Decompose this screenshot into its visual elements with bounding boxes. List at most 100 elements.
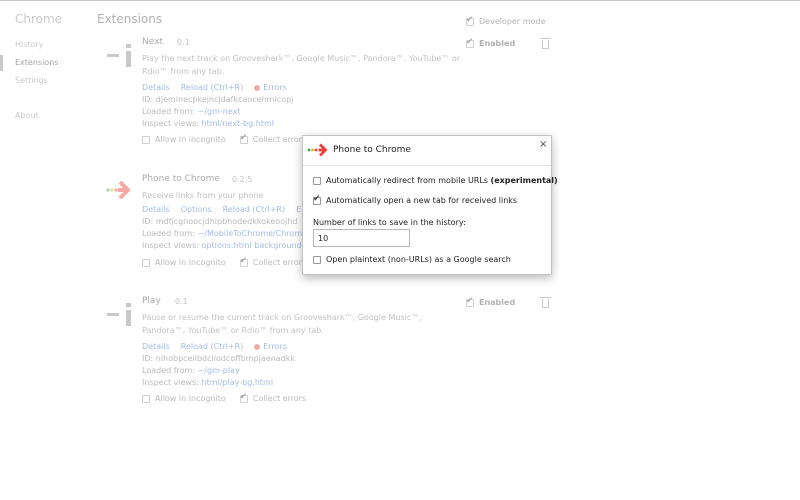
inspect-view-link[interactable]: html/next-bg.html <box>202 119 274 128</box>
errors-label: Errors <box>263 83 287 92</box>
reload-link[interactable]: Reload (Ctrl+R) <box>223 205 286 214</box>
extension-options: Allow in incognito Collect errors <box>142 133 306 144</box>
chrome-brand: Chrome <box>15 12 63 26</box>
extension-loaded-from: Loaded from: ~/gm-next <box>142 107 240 116</box>
id-label: ID: <box>142 217 154 226</box>
collect-errors-checkbox[interactable] <box>239 256 248 267</box>
enabled-label: Enabled <box>479 298 516 307</box>
dialog-title: Phone to Chrome <box>333 145 411 155</box>
enabled-checkbox[interactable] <box>466 296 474 307</box>
allow-incognito-checkbox[interactable] <box>142 394 150 403</box>
extension-loaded-from: Loaded from: ~/gm-play <box>142 366 240 375</box>
id-value: nihobpceilbdcliodcoffbmpjaenadkk <box>155 354 296 363</box>
extension-name: Phone to Chrome <box>142 174 220 184</box>
open-new-tab-checkbox[interactable] <box>313 194 321 205</box>
reload-link[interactable]: Reload (Ctrl+R) <box>181 83 244 92</box>
extension-id: ID: mdfjcgnoocjdhipbhodedkkokeoojhd <box>142 217 298 226</box>
loaded-label: Loaded from: <box>142 229 196 238</box>
inspect-view-link[interactable]: html/play-bg.html <box>202 378 274 387</box>
sidebar-item-history[interactable]: History <box>15 40 43 49</box>
collect-errors-checkbox[interactable] <box>239 133 248 144</box>
inspect-view-link[interactable]: options.html <box>202 241 252 250</box>
developer-mode-checkbox[interactable] <box>466 15 474 26</box>
allow-incognito-checkbox[interactable] <box>142 135 150 144</box>
phone-to-chrome-icon <box>307 143 328 157</box>
errors-link[interactable]: Errors <box>254 83 287 92</box>
enabled-checkbox[interactable] <box>466 37 474 48</box>
extension-version: 0.1 <box>175 297 188 306</box>
next-extension-icon <box>107 44 131 67</box>
plaintext-search-option[interactable]: Open plaintext (non-URLs) as a Google se… <box>313 255 511 264</box>
extension-options: Allow in incognito Collect errors <box>142 392 307 403</box>
error-icon <box>254 84 261 91</box>
details-link[interactable]: Details <box>142 205 170 214</box>
extension-name: Play <box>142 296 161 306</box>
trash-icon[interactable] <box>540 38 551 49</box>
enabled-toggle[interactable]: Enabled <box>466 296 516 307</box>
errors-link[interactable]: Errors <box>254 342 287 351</box>
sidebar-item-about[interactable]: About <box>15 111 39 120</box>
open-new-tab-option[interactable]: Automatically open a new tab for receive… <box>313 194 518 205</box>
errors-label: Errors <box>263 342 287 351</box>
inspect-label: Inspect views: <box>142 119 199 128</box>
id-value: mdfjcgnoocjdhipbhodedkkokeoojhd <box>155 217 298 226</box>
extension-description: Pause or resume the current track on Gro… <box>142 313 422 335</box>
extension-links: Details Options Reload (Ctrl+R) E <box>142 205 301 214</box>
extension-version: 0.1 <box>177 38 190 47</box>
extension-loaded-from: Loaded from: ~/MobileToChrome/Chrome <box>142 229 307 238</box>
enabled-label: Enabled <box>479 39 516 48</box>
loaded-label: Loaded from: <box>142 366 196 375</box>
sidebar-active-marker <box>0 55 3 71</box>
links-history-label: Number of links to save in the history: <box>313 218 466 227</box>
extension-options: Allow in incognito Collect errors <box>142 256 307 267</box>
redirect-mobile-checkbox[interactable] <box>313 176 321 185</box>
collect-errors-checkbox[interactable] <box>239 392 248 403</box>
allow-incognito-option[interactable]: Allow in incognito <box>142 135 226 144</box>
redirect-mobile-text: Automatically redirect from mobile URLs <box>326 176 488 185</box>
sidebar-item-settings[interactable]: Settings <box>15 76 48 85</box>
error-icon <box>254 343 261 350</box>
developer-mode-toggle[interactable]: Developer mode <box>466 15 545 26</box>
trash-icon[interactable] <box>540 297 551 308</box>
collect-errors-option[interactable]: Collect errors <box>239 256 307 267</box>
allow-incognito-checkbox[interactable] <box>142 258 150 267</box>
enabled-toggle[interactable]: Enabled <box>466 37 516 48</box>
redirect-mobile-label: Automatically redirect from mobile URLs … <box>326 176 558 185</box>
loaded-path-link[interactable]: ~/gm-next <box>198 107 241 116</box>
phone-to-chrome-extension-icon <box>106 180 131 200</box>
collect-errors-option[interactable]: Collect errors <box>239 392 307 403</box>
details-link[interactable]: Details <box>142 83 170 92</box>
inspect-label: Inspect views: <box>142 378 199 387</box>
loaded-path-link[interactable]: ~/gm-play <box>198 366 240 375</box>
close-icon[interactable]: × <box>539 139 547 150</box>
errors-link-partial[interactable]: E <box>296 205 301 214</box>
allow-incognito-label: Allow in incognito <box>155 258 226 267</box>
extension-id: ID: nihobpceilbdcliodcoffbmpjaenadkk <box>142 354 295 363</box>
collect-errors-option[interactable]: Collect errors <box>239 133 306 144</box>
options-link[interactable]: Options <box>181 205 212 214</box>
collect-errors-label: Collect errors <box>252 258 307 267</box>
details-link[interactable]: Details <box>142 342 170 351</box>
page-title: Extensions <box>97 12 163 26</box>
allow-incognito-label: Allow in incognito <box>155 135 226 144</box>
allow-incognito-option[interactable]: Allow in incognito <box>142 258 226 267</box>
plaintext-search-checkbox[interactable] <box>313 255 321 264</box>
extension-inspect-views: Inspect views: options.html background <box>142 241 302 250</box>
extension-description: Play the next track on Grooveshark™, Goo… <box>142 54 461 76</box>
extension-version: 0.2.5 <box>232 175 253 184</box>
extension-name: Next <box>142 37 163 47</box>
options-dialog: Phone to Chrome × Automatically redirect… <box>302 135 558 275</box>
redirect-mobile-option[interactable]: Automatically redirect from mobile URLs … <box>313 176 558 185</box>
experimental-tag: (experimental) <box>490 176 558 185</box>
play-extension-icon <box>107 303 131 326</box>
links-history-input[interactable] <box>313 229 410 247</box>
sidebar-item-extensions[interactable]: Extensions <box>15 58 58 67</box>
inspect-view-link-2[interactable]: background <box>254 241 301 250</box>
extension-links: Details Reload (Ctrl+R) Errors <box>142 83 287 92</box>
reload-link[interactable]: Reload (Ctrl+R) <box>181 342 244 351</box>
open-new-tab-label: Automatically open a new tab for receive… <box>326 196 518 205</box>
loaded-path-link[interactable]: ~/MobileToChrome/Chrome <box>198 229 308 238</box>
collect-errors-label: Collect errors <box>252 394 307 403</box>
extension-inspect-views: Inspect views: html/next-bg.html <box>142 119 274 128</box>
allow-incognito-option[interactable]: Allow in incognito <box>142 394 226 403</box>
